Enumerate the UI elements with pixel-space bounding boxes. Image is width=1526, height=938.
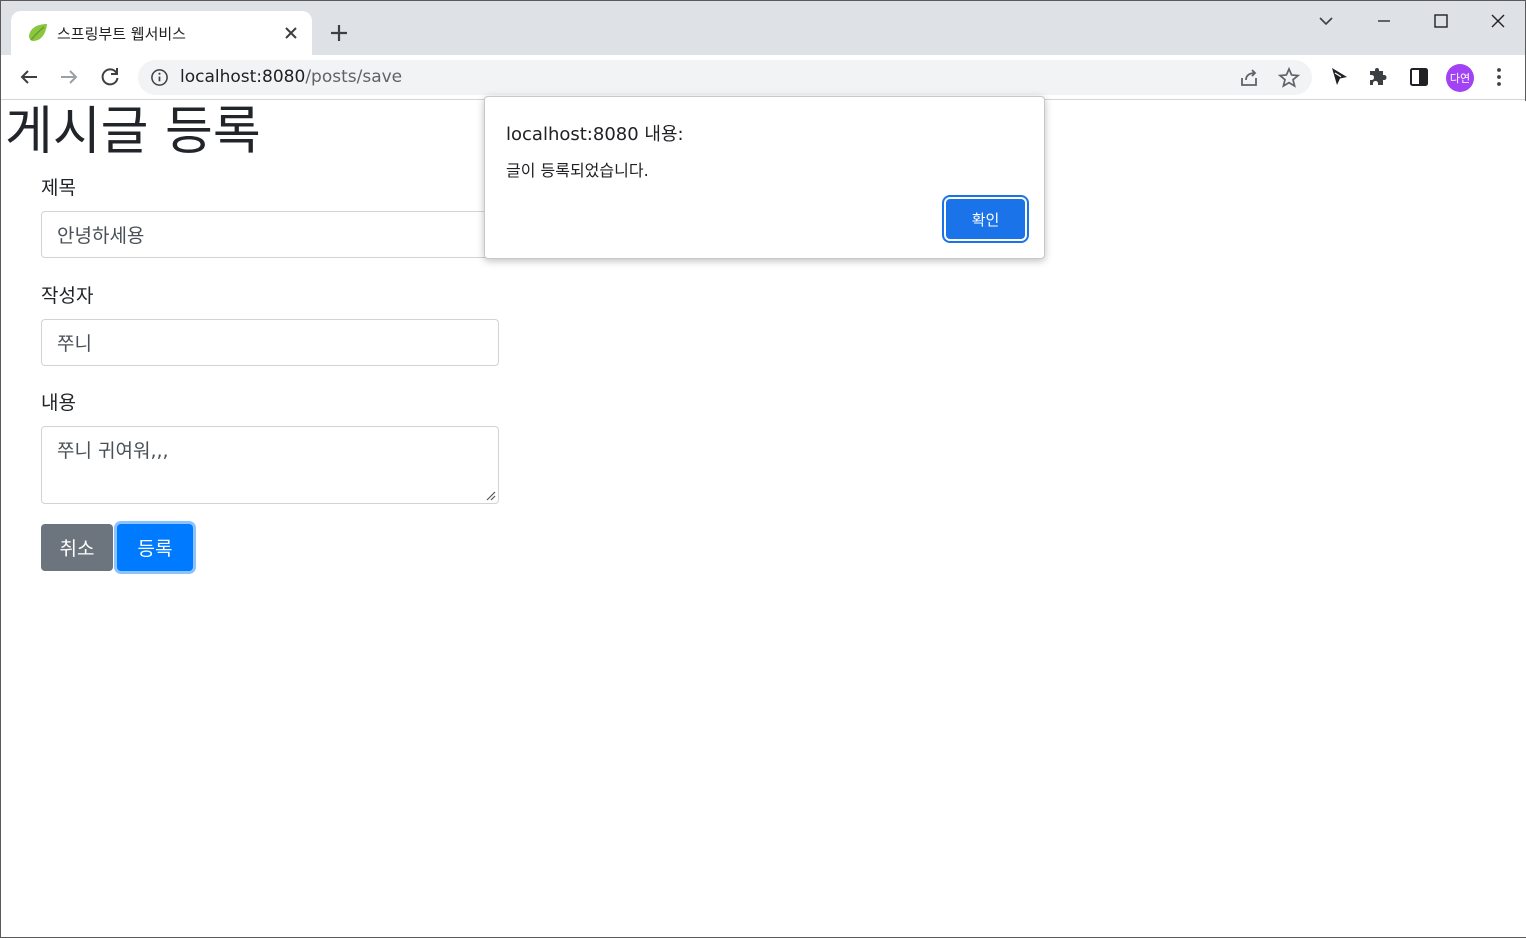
new-tab-icon[interactable] [327, 21, 351, 45]
title-label: 제목 [41, 177, 76, 199]
browser-toolbar: localhost:8080/posts/save 다연 [1, 55, 1525, 100]
close-icon[interactable] [281, 23, 301, 43]
address-bar[interactable]: localhost:8080/posts/save [138, 60, 1312, 95]
reload-icon[interactable] [98, 65, 122, 89]
back-arrow-icon[interactable] [17, 65, 41, 89]
page-title: 게시글 등록 [5, 102, 261, 162]
content-textarea[interactable]: 쭈니 귀여워,,, [41, 426, 499, 504]
tab-active[interactable]: 스프링부트 웹서비스 [11, 11, 312, 55]
url-text: localhost:8080/posts/save [180, 67, 402, 87]
tab-title: 스프링부트 웹서비스 [57, 25, 186, 43]
dialog-ok-button[interactable]: 확인 [946, 199, 1025, 239]
side-panel-icon[interactable] [1407, 65, 1431, 89]
url-host: localhost:8080 [180, 67, 306, 87]
puzzle-icon[interactable] [1367, 65, 1391, 89]
browser-window: 스프링부트 웹서비스 localhost:8080/posts/save 다연 … [0, 0, 1526, 938]
share-icon[interactable] [1237, 66, 1261, 90]
dialog-title: localhost:8080 내용: [506, 124, 684, 145]
profile-avatar[interactable]: 다연 [1446, 64, 1474, 92]
tab-strip: 스프링부트 웹서비스 [1, 1, 1525, 55]
alert-dialog: localhost:8080 내용: 글이 등록되었습니다. 확인 [484, 96, 1045, 259]
content-textarea-text: 쭈니 귀여워,,, [57, 440, 169, 462]
content-label: 내용 [41, 392, 76, 414]
title-input[interactable]: 안녕하세용 [41, 211, 499, 258]
chevron-down-icon[interactable] [1314, 9, 1338, 33]
dialog-message: 글이 등록되었습니다. [506, 161, 649, 180]
cursor-extension-icon[interactable] [1327, 65, 1351, 89]
resize-handle-icon[interactable] [484, 489, 496, 501]
author-label: 작성자 [41, 285, 94, 307]
forward-arrow-icon[interactable] [57, 65, 81, 89]
info-icon[interactable] [150, 68, 169, 87]
maximize-icon[interactable] [1429, 9, 1453, 33]
author-input[interactable]: 쭈니 [41, 319, 499, 366]
url-path: /posts/save [305, 67, 403, 87]
submit-button[interactable]: 등록 [117, 524, 193, 571]
star-icon[interactable] [1277, 66, 1301, 90]
spring-leaf-icon [29, 24, 47, 41]
minimize-icon[interactable] [1372, 9, 1396, 33]
kebab-menu-icon[interactable] [1487, 65, 1511, 89]
window-close-icon[interactable] [1486, 9, 1510, 33]
cancel-button[interactable]: 취소 [41, 524, 113, 571]
